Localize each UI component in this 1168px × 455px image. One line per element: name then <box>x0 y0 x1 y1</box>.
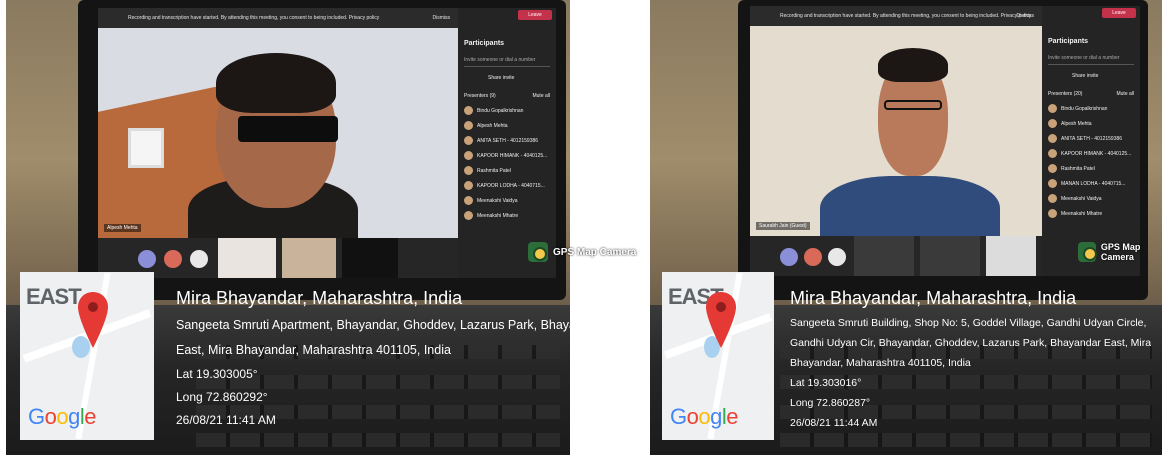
participant-row[interactable]: Rashmita Patel <box>458 163 556 178</box>
participant-avatar[interactable] <box>190 250 208 268</box>
person-shirt <box>820 176 1000 236</box>
gps-text-block: Mira Bhayandar, Maharashtra, India Sange… <box>176 287 616 432</box>
google-logo: Google <box>28 404 97 429</box>
participant-row[interactable]: Meenakshi Mhatre <box>458 208 556 223</box>
participant-row[interactable]: ANITA SETH - 4012159386 <box>458 133 556 148</box>
participant-avatar[interactable] <box>828 248 846 266</box>
participant-tile[interactable] <box>920 236 980 276</box>
location-map: EAST Google <box>662 272 774 440</box>
mute-all-button[interactable]: Mute all <box>1116 91 1134 97</box>
participant-row[interactable]: KAPOOR HIMANK - 4040125... <box>458 148 556 163</box>
invite-input[interactable]: Invite someone or dial a number <box>1048 55 1134 65</box>
dismiss-button[interactable]: Dismiss <box>1017 6 1035 26</box>
recording-notice: Recording and transcription have started… <box>750 6 1042 26</box>
participant-row[interactable]: Meenakshi Vaidya <box>458 193 556 208</box>
participant-row[interactable]: KAPOOR HIMANK - 4040125... <box>1042 146 1140 161</box>
mute-all-button[interactable]: Mute all <box>532 93 550 99</box>
presenters-header: Presenters (20) Mute all <box>1042 79 1140 101</box>
participant-tile[interactable] <box>282 238 336 278</box>
gps-map-camera-badge: GPS Map Camera <box>528 242 636 262</box>
gps-city: Mira Bhayandar, Maharashtra, India <box>176 288 463 308</box>
gps-city: Mira Bhayandar, Maharashtra, India <box>790 288 1077 308</box>
presenters-count: Presenters (9) <box>464 93 496 99</box>
gps-latitude: Lat 19.303016° <box>790 377 862 389</box>
gps-badge-label: GPS Map Camera <box>1100 242 1141 262</box>
gps-camera-icon <box>528 242 548 262</box>
google-logo: Google <box>670 404 739 429</box>
gps-map-camera-badge: GPS Map Camera <box>1078 242 1168 262</box>
participant-row[interactable]: Bindu Gopalkrishnan <box>458 103 556 118</box>
window <box>128 128 164 168</box>
participant-avatar[interactable] <box>164 250 182 268</box>
location-map: EAST Google <box>20 272 154 440</box>
glasses <box>884 100 942 110</box>
gps-text-block: Mira Bhayandar, Maharashtra, India Sange… <box>790 287 1152 433</box>
location-pin-icon <box>78 292 108 348</box>
location-pin-icon <box>706 292 736 348</box>
participant-tile[interactable] <box>218 238 276 278</box>
teams-screen: Recording and transcription have started… <box>98 8 556 278</box>
presenters-count: Presenters (20) <box>1048 91 1083 97</box>
gps-latitude: Lat 19.303005° <box>176 367 258 381</box>
gps-longitude: Long 72.860292° <box>176 390 268 404</box>
leave-button[interactable]: Leave <box>1102 8 1136 18</box>
recording-notice-text: Recording and transcription have started… <box>780 13 1032 19</box>
participant-avatar[interactable] <box>804 248 822 266</box>
participant-avatar[interactable] <box>780 248 798 266</box>
map-direction: EAST <box>26 284 82 309</box>
video-feed: Saurabh Jain (Guest) <box>750 26 1042 236</box>
tile-name: Alpesh Mehta <box>104 224 141 232</box>
participant-tile[interactable] <box>986 236 1036 276</box>
participant-row[interactable]: Rashmita Patel <box>1042 161 1140 176</box>
teams-screen: Recording and transcription have started… <box>750 6 1140 276</box>
video-feed: Alpesh Mehta <box>98 28 458 238</box>
participant-row[interactable]: MANAN LODHA - 4040715... <box>1042 176 1140 191</box>
gps-longitude: Long 72.860287° <box>790 397 871 409</box>
gps-camera-icon <box>1078 242 1097 262</box>
participant-row[interactable]: Alpesh Mehta <box>458 118 556 133</box>
gps-datetime: 26/08/21 11:41 AM <box>176 413 276 427</box>
person-hair <box>878 48 948 82</box>
gallery-bar <box>750 236 1042 276</box>
participant-row[interactable]: Meenakshi Vaidya <box>1042 191 1140 206</box>
recording-notice-text: Recording and transcription have started… <box>128 15 380 21</box>
participant-row[interactable]: ANITA SETH - 4012159386 <box>1042 131 1140 146</box>
dismiss-button[interactable]: Dismiss <box>433 8 451 28</box>
participants-panel: Leave Participants Invite someone or dia… <box>458 8 556 278</box>
participant-row[interactable]: Meenakshi Mhatre <box>1042 206 1140 221</box>
participant-tile[interactable] <box>854 236 914 276</box>
gps-badge-label: GPS Map Camera <box>553 246 637 258</box>
leave-button[interactable]: Leave <box>518 10 552 20</box>
gps-address: Sangeeta Smruti Apartment, Bhayandar, Gh… <box>176 318 602 357</box>
person-hair <box>216 53 336 113</box>
gps-address: Sangeeta Smruti Building, Shop No: 5, Go… <box>790 317 1152 369</box>
invite-input[interactable]: Invite someone or dial a number <box>464 57 550 67</box>
participant-tile[interactable] <box>342 238 398 278</box>
tile-name: Saurabh Jain (Guest) <box>756 222 810 230</box>
participant-row[interactable]: Alpesh Mehta <box>1042 116 1140 131</box>
presenters-header: Presenters (9) Mute all <box>458 81 556 103</box>
participant-row[interactable]: KAPOOR LODHA - 4040715... <box>458 178 556 193</box>
participants-panel: Leave Participants Invite someone or dia… <box>1042 6 1140 276</box>
sunglasses <box>238 116 338 142</box>
participant-avatar[interactable] <box>138 250 156 268</box>
gps-datetime: 26/08/21 11:44 AM <box>790 417 878 429</box>
recording-notice: Recording and transcription have started… <box>98 8 458 28</box>
participant-row[interactable]: Bindu Gopalkrishnan <box>1042 101 1140 116</box>
